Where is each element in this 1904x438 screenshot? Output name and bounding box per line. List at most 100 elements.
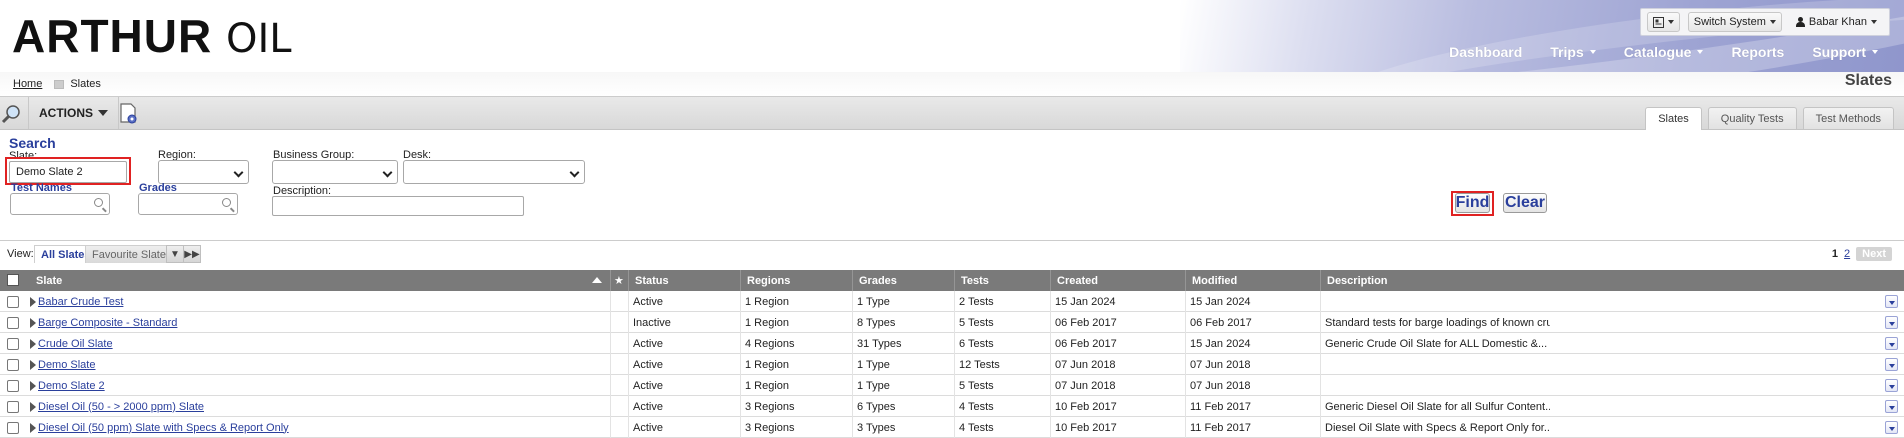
- table-row[interactable]: Barge Composite - Standard Inactive 1 Regi…: [0, 312, 1904, 333]
- top-utility-bar: Switch System Babar Khan: [1639, 8, 1890, 36]
- user-menu[interactable]: Babar Khan: [1790, 16, 1883, 28]
- grades-cell: 3 Types: [852, 417, 954, 438]
- actions-menu-button[interactable]: ACTIONS: [28, 97, 119, 129]
- status-cell: Active: [628, 291, 740, 312]
- search-icon[interactable]: [222, 198, 231, 207]
- favourite-cell[interactable]: [610, 333, 628, 354]
- slate-link[interactable]: Barge Composite - Standard: [38, 317, 177, 329]
- brand-logo[interactable]: ARTHUR OIL: [12, 10, 292, 65]
- status-cell: Active: [628, 396, 740, 417]
- next-page-button[interactable]: Next: [1856, 247, 1892, 261]
- regions-cell: 1 Region: [740, 291, 852, 312]
- grades-cell: 6 Types: [852, 396, 954, 417]
- slate-link[interactable]: Demo Slate 2: [38, 380, 105, 392]
- grades-input[interactable]: [138, 193, 238, 215]
- table-row[interactable]: Babar Crude Test Active 1 Region 1 Type 2 Te…: [0, 291, 1904, 312]
- page-title: Slates: [1844, 72, 1892, 89]
- description-cell: Generic Diesel Oil Slate for all Sulfur …: [1320, 396, 1550, 417]
- breadcrumb-home[interactable]: Home: [13, 78, 42, 90]
- tab-slates[interactable]: Slates: [1645, 107, 1702, 130]
- status-cell: Inactive: [628, 312, 740, 333]
- page-icon: [54, 79, 65, 89]
- regions-cell: 1 Region: [740, 354, 852, 375]
- pager: 1 2 Next: [1832, 247, 1892, 261]
- row-menu-button[interactable]: [1885, 379, 1898, 392]
- row-menu-button[interactable]: [1885, 316, 1898, 329]
- region-select[interactable]: [158, 160, 249, 184]
- row-checkbox[interactable]: [7, 296, 19, 308]
- favourite-cell[interactable]: [610, 417, 628, 438]
- table-row[interactable]: Demo Slate Active 1 Region 1 Type 12 Tests 07…: [0, 354, 1904, 375]
- row-menu-button[interactable]: [1885, 421, 1898, 434]
- row-menu-button[interactable]: [1885, 337, 1898, 350]
- row-menu-button[interactable]: [1885, 400, 1898, 413]
- column-created[interactable]: Created: [1050, 270, 1185, 291]
- chevron-down-icon: [1872, 50, 1878, 54]
- row-checkbox[interactable]: [7, 338, 19, 350]
- slate-link[interactable]: Diesel Oil (50 - > 2000 ppm) Slate: [38, 401, 204, 413]
- favourite-cell[interactable]: [610, 375, 628, 396]
- regions-cell: 1 Region: [740, 375, 852, 396]
- slate-link[interactable]: Crude Oil Slate: [38, 338, 113, 350]
- slate-input[interactable]: Demo Slate 2: [9, 161, 127, 183]
- tab-test-methods[interactable]: Test Methods: [1802, 107, 1894, 129]
- grades-cell: 31 Types: [852, 333, 954, 354]
- select-all-checkbox[interactable]: [7, 274, 19, 286]
- nav-catalogue[interactable]: Catalogue: [1610, 44, 1718, 60]
- search-icon[interactable]: [94, 198, 103, 207]
- row-menu-button[interactable]: [1885, 358, 1898, 371]
- row-checkbox[interactable]: [7, 422, 19, 434]
- column-grades[interactable]: Grades: [852, 270, 954, 291]
- slate-name-cell: Demo Slate: [34, 354, 610, 375]
- clear-button[interactable]: Clear: [1503, 193, 1547, 213]
- column-description[interactable]: Description: [1320, 270, 1548, 291]
- favourite-cell[interactable]: [610, 354, 628, 375]
- switch-system-button[interactable]: Switch System: [1687, 12, 1782, 32]
- test-names-input[interactable]: [10, 193, 110, 215]
- app-switcher-button[interactable]: [1646, 12, 1680, 32]
- table-row[interactable]: Diesel Oil (50 - > 2000 ppm) Slate Active…: [0, 396, 1904, 417]
- view-tab-favourite-slates[interactable]: Favourite Slates: [85, 245, 179, 263]
- slate-link[interactable]: Babar Crude Test: [38, 296, 123, 308]
- row-checkbox[interactable]: [7, 380, 19, 392]
- table-row[interactable]: Demo Slate 2 Active 1 Region 1 Type 5 Tests 0…: [0, 375, 1904, 396]
- tab-quality-tests[interactable]: Quality Tests: [1707, 107, 1797, 129]
- grid-menu-icon: [1652, 16, 1664, 28]
- created-cell: 15 Jan 2024: [1050, 291, 1185, 312]
- slate-link[interactable]: Demo Slate: [38, 359, 95, 371]
- column-slate[interactable]: Slate: [30, 270, 610, 291]
- row-menu-button[interactable]: [1885, 295, 1898, 308]
- document-settings-icon: [120, 103, 137, 124]
- favourite-star-icon[interactable]: ★: [610, 270, 628, 291]
- column-status[interactable]: Status: [628, 270, 740, 291]
- column-regions[interactable]: Regions: [740, 270, 852, 291]
- row-checkbox[interactable]: [7, 317, 19, 329]
- favourite-cell[interactable]: [610, 312, 628, 333]
- search-toggle-button[interactable]: [1, 101, 23, 127]
- column-modified[interactable]: Modified: [1185, 270, 1320, 291]
- row-checkbox[interactable]: [7, 359, 19, 371]
- configure-button[interactable]: [118, 102, 140, 126]
- row-checkbox[interactable]: [7, 401, 19, 413]
- status-cell: Active: [628, 333, 740, 354]
- sort-ascending-icon[interactable]: [592, 277, 602, 283]
- column-tests[interactable]: Tests: [954, 270, 1050, 291]
- description-input[interactable]: [272, 196, 524, 216]
- nav-reports[interactable]: Reports: [1717, 44, 1798, 60]
- nav-dashboard[interactable]: Dashboard: [1435, 44, 1536, 60]
- table-row[interactable]: Diesel Oil (50 ppm) Slate with Specs & R…: [0, 417, 1904, 438]
- desk-select[interactable]: [403, 160, 585, 184]
- business-group-select[interactable]: [272, 160, 398, 184]
- slate-link[interactable]: Diesel Oil (50 ppm) Slate with Specs & R…: [38, 422, 289, 434]
- favourite-cell[interactable]: [610, 396, 628, 417]
- find-button[interactable]: Find: [1455, 193, 1490, 213]
- status-cell: Active: [628, 354, 740, 375]
- fast-forward-icon[interactable]: ▶▶: [183, 245, 201, 263]
- table-row[interactable]: Crude Oil Slate Active 4 Regions 31 Types 6 …: [0, 333, 1904, 354]
- created-cell: 10 Feb 2017: [1050, 417, 1185, 438]
- collapse-views-icon[interactable]: ▼: [166, 245, 184, 263]
- nav-trips[interactable]: Trips: [1536, 44, 1609, 60]
- page-2-link[interactable]: 2: [1844, 248, 1850, 260]
- favourite-cell[interactable]: [610, 291, 628, 312]
- nav-support[interactable]: Support: [1798, 44, 1892, 60]
